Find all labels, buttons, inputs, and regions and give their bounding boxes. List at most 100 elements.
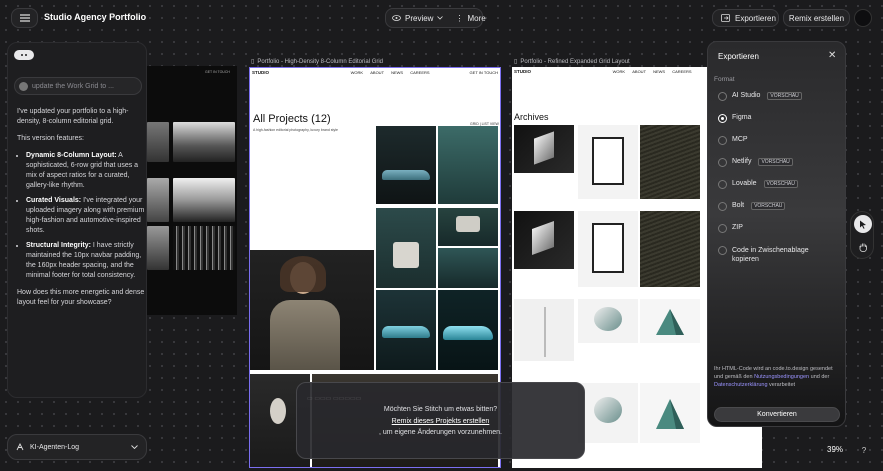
ghost-text: ▭ ▭▭▭ ▭▭▭▭▭ [307,396,362,402]
archive-image [578,299,638,343]
menu-button[interactable] [11,8,38,28]
frame-navbar: STUDIO WORK ABOUT NEWS CAREERS GET IN TO… [252,70,498,75]
nav-link[interactable]: NEWS [391,70,403,75]
more-button[interactable]: ⋮ More [449,9,491,27]
close-icon[interactable]: ✕ [828,50,836,61]
more-label: More [467,13,486,23]
dark-portfolio-frame[interactable]: GET IN TOUCH [143,66,237,315]
export-option-zip[interactable]: ZIP [718,224,842,233]
note-text: und der [809,374,830,380]
chevron-down-icon [131,445,138,449]
nav-link[interactable]: WORK [351,70,363,75]
thumb-image [147,226,169,270]
preview-more-group: Preview ⋮ More [385,8,486,28]
cursor-tool[interactable] [854,215,872,233]
terms-link[interactable]: Nutzungsbedingungen [754,374,809,380]
frame1-label[interactable]: ▯ Portfolio - High-Density 8-Column Edito… [251,58,384,66]
frame2-label-text: Portfolio - Refined Expanded Grid Layout [520,58,630,65]
feature-title: Structural Integrity: [26,242,91,249]
export-option-bolt[interactable]: Bolt VORSCHAU [718,202,842,211]
frame-icon: ▯ [514,59,518,65]
cursor-icon [860,220,866,229]
prompt-preview[interactable]: update the Work Grid to ... [14,77,142,95]
export-option-figma[interactable]: Figma [718,114,842,123]
eye-icon [392,15,401,21]
thumb-image [147,178,169,222]
grid-image-pedestal [376,208,436,288]
preview-button[interactable]: Preview [386,9,449,27]
grid-image-portrait [250,250,374,370]
dark-frame-cta: GET IN TOUCH [205,70,230,74]
feature-title: Dynamic 8-Column Layout: [26,152,117,159]
convert-button[interactable]: Konvertieren [714,407,840,422]
nav-link[interactable]: WORK [613,69,625,74]
thumb-image [147,122,169,162]
avatar[interactable] [854,9,872,27]
list-item: Structural Integrity: I have strictly ma… [26,241,145,281]
export-option-ai-studio[interactable]: AI Studio VORSCHAU [718,92,842,101]
nav-links: WORK ABOUT NEWS CAREERS [607,69,692,74]
nav-link[interactable]: CAREERS [672,69,691,74]
frame1-label-text: Portfolio - High-Density 8-Column Editor… [257,58,384,65]
export-label: Exportieren [735,13,776,23]
radio-icon [718,92,727,101]
note-text: verarbeitet [767,382,796,388]
help-icon[interactable]: ? [856,442,872,458]
message-question: How does this more energetic and dense l… [17,289,145,306]
option-label: Figma [732,114,752,121]
popup-hint: , um eigene Änderungen vorzunehmen. [379,429,502,436]
agent-log-button[interactable]: KI-Agenten-Log [7,434,147,460]
archive-image [578,211,638,287]
export-button[interactable]: Exportieren [712,9,779,27]
preview-badge: VORSCHAU [758,158,793,166]
prompt-preview-text: update the Work Grid to ... [32,82,114,90]
preview-label: Preview [405,13,434,23]
export-icon [721,14,730,22]
archives-heading: Archives [514,112,549,122]
radio-icon [718,202,727,211]
thumb-image [173,122,235,162]
remix-prompt-popup: ▭ ▭▭▭ ▭▭▭▭▭ Möchten Sie Stitch um etwas … [296,382,585,459]
archive-image [578,125,638,199]
archive-image [640,211,700,287]
nav-cta[interactable]: GET IN TOUCH [470,70,498,75]
nav-link[interactable]: ABOUT [632,69,646,74]
remix-button[interactable]: Remix erstellen [783,9,850,27]
archive-image [514,125,574,173]
brand-logo: STUDIO [514,69,532,74]
nav-link[interactable]: NEWS [653,69,665,74]
export-option-lovable[interactable]: Lovable VORSCHAU [718,180,842,189]
nav-link[interactable]: ABOUT [370,70,384,75]
grid-image-car [376,126,436,204]
project-title: Studio Agency Portfolio [44,12,147,22]
format-label: Format [714,76,735,83]
agent-log-label: KI-Agenten-Log [30,443,80,451]
privacy-link[interactable]: Datenschutzerklärung [714,382,768,388]
export-option-mcp[interactable]: MCP [718,136,842,145]
export-option-netlify[interactable]: Netlify VORSCHAU [718,158,842,167]
page-subheading: A high-fashion editorial photography, lu… [253,128,338,132]
option-label: Code in Zwischenablage kopieren [732,247,809,263]
grid-image-car-3 [438,290,498,370]
more-dots-icon: ⋮ [455,13,464,23]
grid-image-sphere [438,208,498,246]
preview-badge: VORSCHAU [767,92,802,100]
remix-project-link[interactable]: Remix dieses Projekts erstellen [297,418,584,425]
archive-image [514,211,574,269]
chevron-down-icon [437,16,444,20]
feature-title: Curated Visuals: [26,197,82,204]
thumb-image [173,226,235,270]
chat-menu-icon[interactable] [14,50,34,60]
option-label: Bolt [732,202,745,209]
radio-icon [718,246,727,255]
list-item: Curated Visuals: I've integrated your up… [26,196,145,236]
hand-tool[interactable] [854,238,872,256]
preview-badge: VORSCHAU [763,180,798,188]
frame2-label[interactable]: ▯ Portfolio - Refined Expanded Grid Layou… [514,58,630,66]
export-option-clipboard[interactable]: Code in Zwischenablage kopieren [718,246,842,264]
nav-links: WORK ABOUT NEWS CAREERS [345,70,430,75]
nav-link[interactable]: CAREERS [410,70,429,75]
zoom-level[interactable]: 39% [827,445,843,454]
option-label: Netlify [732,158,752,165]
message-intro: I've updated your portfolio to a high-de… [17,108,129,125]
